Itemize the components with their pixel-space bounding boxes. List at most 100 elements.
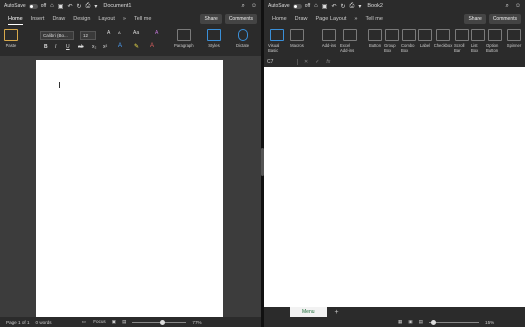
combo-box-control[interactable]: Combo Box: [401, 29, 417, 53]
tab-home[interactable]: Home: [8, 14, 23, 25]
change-case-button[interactable]: Aa: [133, 30, 139, 36]
share-button[interactable]: Share: [464, 14, 486, 24]
visual-basic-button[interactable]: Visual Basic: [268, 29, 286, 53]
scroll-bar-control[interactable]: Scroll Bar: [454, 29, 470, 53]
styles-button[interactable]: Styles: [207, 29, 221, 48]
document-canvas: [0, 56, 261, 317]
home-icon[interactable]: ⌂: [314, 3, 318, 10]
focus-button[interactable]: ▭ Focus: [82, 319, 106, 325]
account-icon[interactable]: ☺: [251, 3, 257, 10]
page-layout-view-icon[interactable]: ▣: [408, 319, 412, 325]
word-count[interactable]: 0 words: [36, 320, 52, 325]
list-box-control[interactable]: List Box: [471, 29, 485, 53]
label-label: Label: [419, 43, 431, 48]
normal-view-icon[interactable]: ▦: [398, 319, 402, 325]
redo-icon[interactable]: ↻: [76, 3, 81, 10]
group-box-control[interactable]: Group Box: [384, 29, 400, 53]
font-name-select[interactable]: Calibri (Bo...: [40, 31, 74, 40]
tell-me[interactable]: Tell me: [134, 14, 151, 24]
shrink-font-button[interactable]: A: [118, 30, 121, 35]
checkbox-control[interactable]: Checkbox: [433, 29, 453, 48]
zoom-thumb[interactable]: [431, 319, 437, 325]
add-ins-button[interactable]: Add-ins: [320, 29, 338, 48]
paragraph-button[interactable]: Paragraph: [174, 29, 194, 48]
add-sheet-button[interactable]: +: [335, 309, 339, 316]
button-control[interactable]: Button: [367, 29, 383, 48]
worksheet-grid[interactable]: [264, 67, 525, 307]
print-layout-icon[interactable]: ▣: [112, 319, 116, 325]
save-icon[interactable]: ▣: [58, 3, 64, 10]
share-button[interactable]: Share: [200, 14, 222, 24]
redo-icon[interactable]: ↻: [340, 3, 345, 10]
customize-icon[interactable]: ▾: [358, 3, 361, 10]
font-size-select[interactable]: 12: [80, 31, 96, 40]
paragraph-label: Paragraph: [174, 43, 194, 48]
print-icon[interactable]: ⎙: [86, 3, 91, 10]
search-icon[interactable]: ⌕: [505, 3, 508, 10]
italic-button[interactable]: I: [55, 44, 56, 50]
styles-label: Styles: [208, 43, 220, 48]
highlight-icon[interactable]: ✎: [134, 43, 139, 50]
web-layout-icon[interactable]: ▤: [122, 319, 126, 325]
option-button-control[interactable]: Option Button: [486, 29, 504, 53]
tab-home[interactable]: Home: [272, 14, 287, 24]
tab-draw[interactable]: Draw: [295, 14, 308, 24]
undo-icon[interactable]: ↶: [331, 3, 336, 10]
name-box[interactable]: C7: [267, 58, 298, 65]
list-box-icon: [471, 29, 485, 41]
subscript-button[interactable]: x₂: [92, 44, 96, 50]
word-statusbar: Page 1 of 1 0 words ▭ Focus ▣ ▤ 77%: [0, 317, 261, 327]
sheet-tab-menu[interactable]: Menu: [290, 306, 327, 318]
tab-page-layout[interactable]: Page Layout: [316, 14, 347, 24]
comments-button[interactable]: Comments: [224, 14, 257, 24]
function-button[interactable]: fx: [326, 59, 330, 65]
print-icon[interactable]: ⎙: [350, 3, 355, 10]
more-tabs[interactable]: »: [354, 14, 357, 24]
search-icon[interactable]: ⌕: [241, 3, 244, 10]
zoom-thumb[interactable]: [160, 319, 166, 325]
more-tabs[interactable]: »: [123, 14, 126, 24]
excel-titlebar: AutoSave off ⌂ ▣ ↶ ↻ ⎙ ▾ Book2 ⌕ ☺: [264, 0, 525, 12]
clear-formatting-button[interactable]: A: [155, 30, 158, 36]
underline-button[interactable]: U: [66, 44, 70, 50]
home-icon[interactable]: ⌂: [50, 3, 54, 10]
document-page[interactable]: [36, 60, 223, 317]
page-break-view-icon[interactable]: ▤: [419, 319, 423, 325]
text-effects-icon[interactable]: A: [118, 43, 122, 49]
autosave-label: AutoSave: [4, 3, 26, 9]
save-icon[interactable]: ▣: [322, 3, 328, 10]
tab-design[interactable]: Design: [73, 14, 90, 24]
add-ins-icon: [322, 29, 336, 41]
zoom-slider[interactable]: [429, 319, 480, 325]
comments-button[interactable]: Comments: [488, 14, 521, 24]
bold-button[interactable]: B: [44, 44, 48, 50]
autosave-toggle[interactable]: [292, 3, 302, 9]
tell-me[interactable]: Tell me: [365, 14, 382, 24]
customize-icon[interactable]: ▾: [94, 3, 97, 10]
zoom-level[interactable]: 15%: [485, 320, 494, 325]
font-color-icon[interactable]: A: [150, 43, 154, 49]
tab-draw[interactable]: Draw: [52, 14, 65, 24]
zoom-slider[interactable]: [132, 319, 187, 325]
macros-button[interactable]: Macros: [288, 29, 306, 48]
autosave-state: off: [304, 3, 311, 9]
confirm-icon[interactable]: ✓: [315, 59, 319, 65]
cancel-icon[interactable]: ✕: [304, 59, 308, 65]
grow-font-button[interactable]: A: [107, 30, 110, 36]
zoom-level[interactable]: 77%: [192, 320, 201, 325]
paste-button[interactable]: Paste: [4, 29, 18, 48]
excel-ribbon-tabs: Home Draw Page Layout » Tell me Share Co…: [264, 12, 525, 26]
tab-insert[interactable]: Insert: [31, 14, 45, 24]
tab-layout[interactable]: Layout: [98, 14, 115, 24]
excel-add-ins-button[interactable]: Excel Add-ins: [340, 29, 360, 53]
autosave-toggle[interactable]: [28, 3, 38, 9]
undo-icon[interactable]: ↶: [67, 3, 72, 10]
account-icon[interactable]: ☺: [515, 3, 521, 10]
spinner-control[interactable]: Spinner: [505, 29, 523, 48]
dictate-button[interactable]: Dictate: [236, 29, 249, 48]
excel-statusbar: ▦ ▣ ▤ 15%: [264, 317, 525, 327]
option-button-label: Option Button: [486, 43, 499, 53]
strikethrough-button[interactable]: ab: [78, 44, 84, 50]
label-control[interactable]: Label: [418, 29, 432, 48]
superscript-button[interactable]: x²: [103, 44, 107, 50]
